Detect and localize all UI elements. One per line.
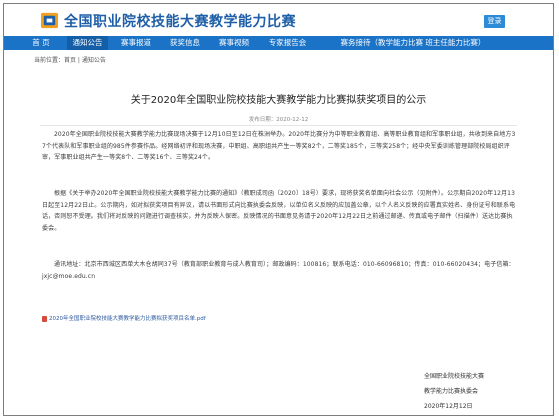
article-paragraph-2: 根据《关于举办2020年全国职业院校技能大赛教学能力比赛的通知》（教职成司函〔2… (42, 190, 516, 232)
nav-item-reception[interactable]: 赛务接待（教学能力比赛 班主任能力比赛） (320, 36, 506, 50)
site-header: 全国职业院校技能大赛教学能力比赛 登录 (4, 4, 553, 36)
pdf-icon (42, 315, 47, 322)
signature-committee: 教学能力比赛执委会 (424, 388, 479, 395)
nav-item-awards[interactable]: 获奖信息 (165, 36, 205, 50)
nav-item-expert-talks[interactable]: 专家报告会 (263, 36, 312, 50)
article-content: 关于2020年全国职业院校技能大赛教学能力比赛拟获奖项目的公示 发布日期：202… (34, 64, 523, 414)
attachment-label[interactable]: 2020年全国职业院校技能大赛教学能力比赛拟获奖项目名单.pdf (49, 316, 206, 322)
signature-org: 全国职业院校技能大赛 (424, 373, 485, 380)
page-frame: 全国职业院校技能大赛教学能力比赛 登录 首 页 通知公告 赛事报道 获奖信息 赛… (3, 3, 554, 416)
signature-date: 2020年12月12日 (424, 403, 473, 410)
nav-item-reports[interactable]: 赛事报道 (116, 36, 156, 50)
main-nav: 首 页 通知公告 赛事报道 获奖信息 赛事视频 专家报告会 赛务接待（教学能力比… (4, 36, 553, 50)
nav-item-videos[interactable]: 赛事视频 (214, 36, 254, 50)
login-button[interactable]: 登录 (484, 15, 505, 28)
article-paragraph-1: 2020年全国职业院校技能大赛教学能力比赛现场决赛于12月10日至12日在株洲举… (42, 131, 516, 161)
nav-item-home[interactable]: 首 页 (26, 36, 56, 50)
site-title[interactable]: 全国职业院校技能大赛教学能力比赛 (64, 11, 296, 31)
publish-date: 发布日期：2020-12-12 (248, 117, 309, 123)
article-title: 关于2020年全国职业院校技能大赛教学能力比赛拟获奖项目的公示 (130, 95, 427, 106)
breadcrumb: 当前位置：首页 | 通知公告 (34, 57, 106, 64)
article-paragraph-3: 通讯地址：北京市西城区西单大木仓胡同37号（教育部职业教育与成人教育司）；邮政编… (42, 261, 515, 280)
nav-item-notices[interactable]: 通知公告 (67, 36, 108, 50)
attachment-link[interactable]: 2020年全国职业院校技能大赛教学能力比赛拟获奖项目名单.pdf (42, 314, 206, 322)
site-logo-icon (40, 12, 59, 29)
title-divider (40, 125, 517, 126)
